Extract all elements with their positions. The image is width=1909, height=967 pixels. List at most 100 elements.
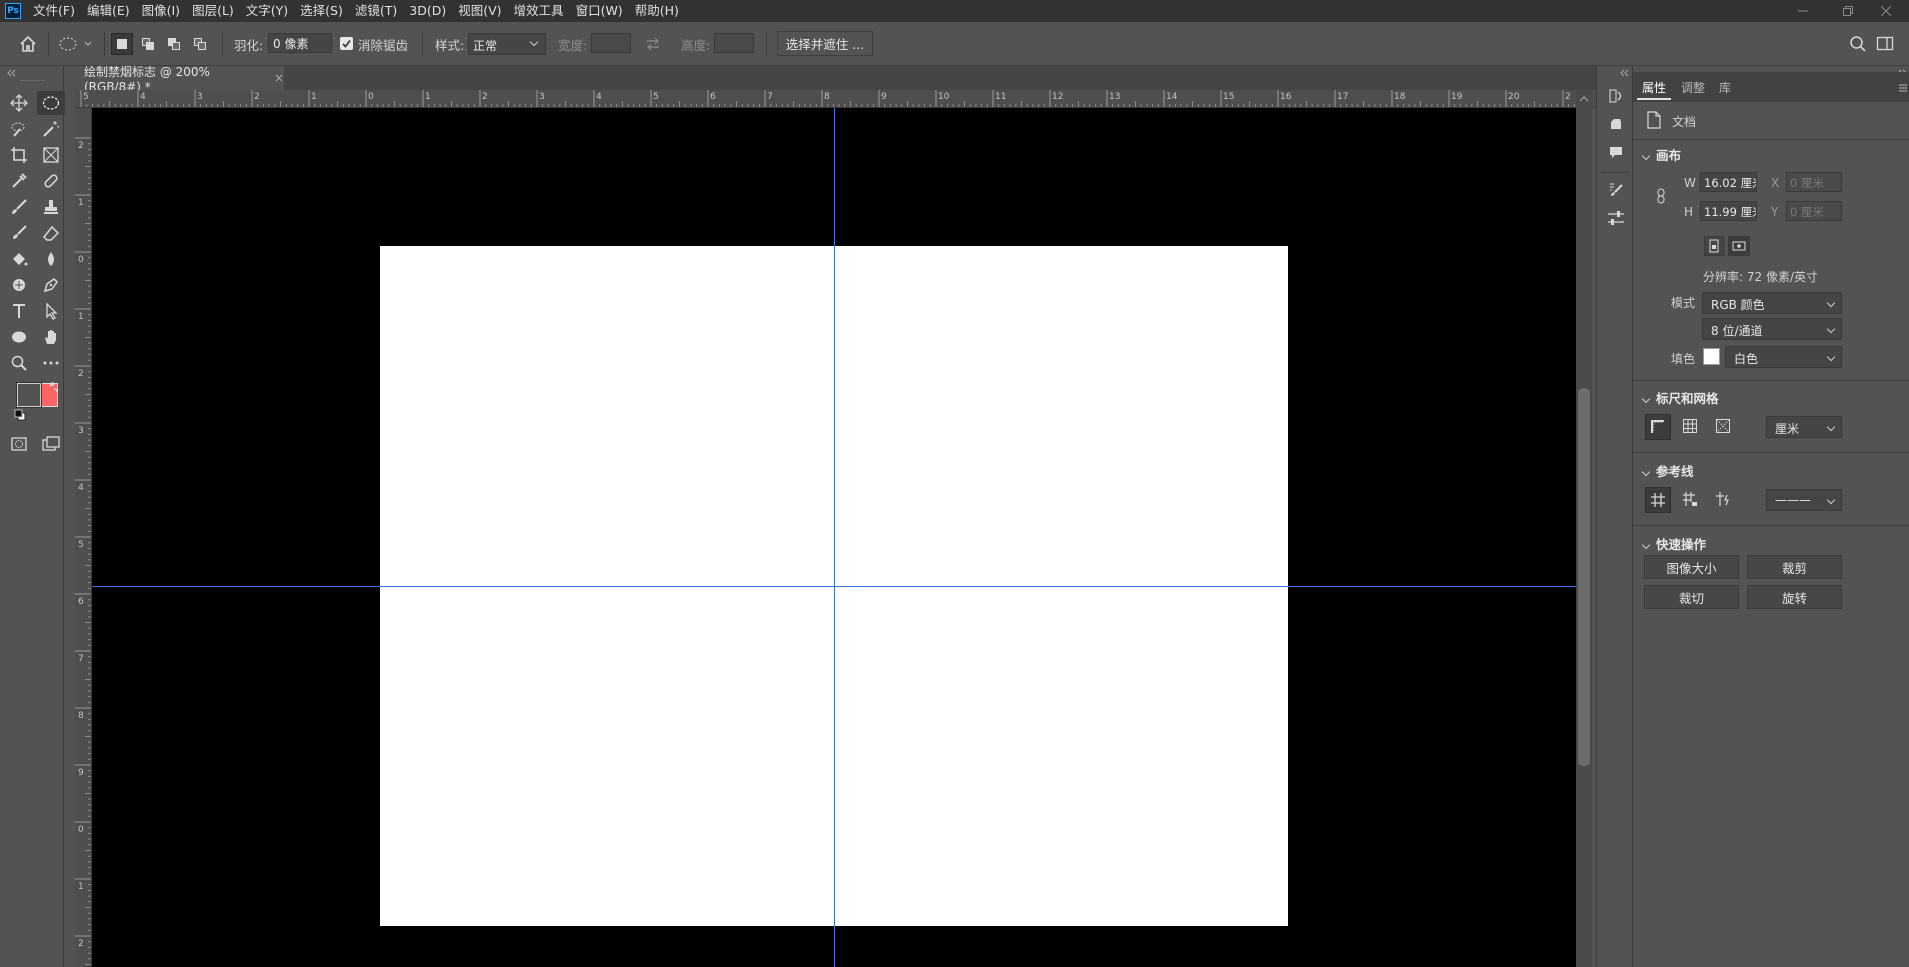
menu-layer[interactable]: 图层(L) bbox=[186, 0, 240, 22]
toggle-guides-icon[interactable] bbox=[1645, 487, 1671, 513]
healing-brush-tool-icon[interactable] bbox=[37, 169, 65, 193]
menu-window[interactable]: 窗口(W) bbox=[570, 0, 629, 22]
rulers-grid-section-title[interactable]: 标尺和网格 bbox=[1656, 388, 1719, 407]
lock-guides-icon[interactable] bbox=[1678, 487, 1702, 511]
swap-colors-icon[interactable] bbox=[48, 381, 60, 394]
landscape-orientation-icon[interactable] bbox=[1728, 236, 1750, 256]
history-panel-icon[interactable] bbox=[1606, 86, 1626, 106]
color-mode-select[interactable]: RGB 颜色 bbox=[1702, 292, 1842, 314]
minimize-icon[interactable] bbox=[1780, 0, 1826, 22]
ruler-top[interactable]: 5 4 3 2 1 0 1 2 3 4 5 6 7 8 9 10 11 12 13 14 15 16 17 18 19 20 2 bbox=[75, 90, 1596, 108]
brush-tool-icon[interactable] bbox=[5, 195, 33, 219]
panel-menu-icon[interactable] bbox=[1899, 82, 1907, 92]
fill-select[interactable]: 白色 bbox=[1725, 346, 1842, 368]
elliptical-marquee-tool-icon[interactable] bbox=[37, 91, 65, 115]
menu-view[interactable]: 视图(V) bbox=[452, 0, 507, 22]
type-tool-icon[interactable] bbox=[5, 299, 33, 323]
chevron-down-icon[interactable] bbox=[1641, 148, 1651, 162]
bit-depth-select[interactable]: 8 位/通道 bbox=[1702, 318, 1842, 340]
tool-preset-picker[interactable] bbox=[58, 35, 94, 53]
vertical-guide[interactable] bbox=[834, 108, 835, 967]
close-tab-icon[interactable]: × bbox=[274, 71, 284, 85]
actions-panel-icon[interactable] bbox=[1606, 114, 1626, 134]
canvas-width-field[interactable]: 16.02 厘米 bbox=[1700, 172, 1757, 192]
scrollbar-thumb[interactable] bbox=[1578, 388, 1590, 766]
blur-tool-icon[interactable] bbox=[37, 247, 65, 271]
toggle-pixel-grid-icon[interactable] bbox=[1711, 414, 1735, 438]
path-selection-tool-icon[interactable] bbox=[37, 299, 65, 323]
canvas-section-title[interactable]: 画布 bbox=[1656, 145, 1681, 164]
menu-3d[interactable]: 3D(D) bbox=[403, 0, 452, 22]
workspace-icon[interactable] bbox=[1876, 35, 1896, 53]
menu-help[interactable]: 帮助(H) bbox=[629, 0, 685, 22]
rotate-button[interactable]: 旋转 bbox=[1747, 585, 1842, 609]
collapse-arrows-icon[interactable] bbox=[6, 66, 16, 77]
canvas-height-field[interactable]: 11.99 厘米 bbox=[1700, 201, 1757, 221]
screen-mode-icon[interactable] bbox=[37, 432, 65, 456]
frame-tool-icon[interactable] bbox=[37, 143, 65, 167]
history-brush-tool-icon[interactable] bbox=[5, 221, 33, 245]
feather-input[interactable] bbox=[268, 33, 332, 53]
select-and-mask-button[interactable]: 选择并遮住 ... bbox=[777, 31, 873, 56]
comments-panel-icon[interactable] bbox=[1606, 142, 1626, 162]
document-tab[interactable]: 绘制禁烟标志 @ 200%(RGB/8#) * × bbox=[66, 65, 284, 94]
menu-edit[interactable]: 编辑(E) bbox=[81, 0, 136, 22]
menu-filter[interactable]: 滤镜(T) bbox=[349, 0, 403, 22]
image-size-button[interactable]: 图像大小 bbox=[1644, 555, 1739, 579]
search-icon[interactable] bbox=[1849, 35, 1867, 53]
more-tools-icon[interactable] bbox=[37, 351, 65, 375]
link-icon[interactable] bbox=[1655, 188, 1667, 204]
menu-image[interactable]: 图像(I) bbox=[136, 0, 186, 22]
tab-adjustments[interactable]: 调整 bbox=[1681, 79, 1705, 96]
adjustments-sliders-icon[interactable] bbox=[1606, 208, 1626, 228]
add-selection-button[interactable] bbox=[137, 33, 159, 55]
default-colors-icon[interactable] bbox=[14, 409, 26, 421]
antialias-checkbox[interactable] bbox=[340, 37, 353, 50]
ellipse-tool-icon[interactable] bbox=[5, 325, 33, 349]
chevron-down-icon[interactable] bbox=[1641, 464, 1651, 478]
crop-button[interactable]: 裁剪 bbox=[1747, 555, 1842, 579]
tab-properties[interactable]: 属性 bbox=[1642, 79, 1666, 96]
new-selection-button[interactable] bbox=[111, 33, 133, 55]
paint-bucket-tool-icon[interactable] bbox=[5, 247, 33, 271]
crop-tool-icon[interactable] bbox=[5, 143, 33, 167]
close-window-icon[interactable] bbox=[1863, 0, 1909, 22]
hand-tool-icon[interactable] bbox=[37, 325, 65, 349]
eyedropper-tool-icon[interactable] bbox=[5, 169, 33, 193]
portrait-orientation-icon[interactable] bbox=[1704, 236, 1724, 256]
menu-type[interactable]: 文字(Y) bbox=[240, 0, 294, 22]
foreground-color-swatch[interactable] bbox=[17, 383, 41, 407]
chevron-down-icon[interactable] bbox=[1641, 537, 1651, 551]
intersect-selection-button[interactable] bbox=[189, 33, 211, 55]
toggle-grid-icon[interactable] bbox=[1678, 414, 1702, 438]
home-icon[interactable] bbox=[18, 34, 38, 54]
quick-actions-section-title[interactable]: 快速操作 bbox=[1656, 534, 1706, 553]
menu-file[interactable]: 文件(F) bbox=[27, 0, 81, 22]
fill-color-swatch[interactable] bbox=[1703, 348, 1720, 365]
ruler-left[interactable]: 2 1 0 1 2 3 4 5 6 7 8 9 0 1 2 bbox=[75, 108, 92, 967]
tab-libraries[interactable]: 库 bbox=[1719, 79, 1731, 96]
move-tool-icon[interactable] bbox=[5, 91, 33, 115]
pen-tool-icon[interactable] bbox=[37, 273, 65, 297]
smart-guides-icon[interactable] bbox=[1711, 487, 1735, 511]
toggle-rulers-icon[interactable] bbox=[1645, 414, 1671, 440]
eraser-tool-icon[interactable] bbox=[37, 221, 65, 245]
quick-mask-icon[interactable] bbox=[5, 432, 33, 456]
zoom-tool-icon[interactable] bbox=[5, 351, 33, 375]
menu-plugins[interactable]: 增效工具 bbox=[508, 0, 570, 22]
clone-stamp-tool-icon[interactable] bbox=[37, 195, 65, 219]
ruler-units-select[interactable]: 厘米 bbox=[1766, 416, 1842, 438]
horizontal-guide[interactable] bbox=[92, 586, 1576, 587]
style-select[interactable]: 正常 bbox=[468, 33, 546, 55]
trim-button[interactable]: 裁切 bbox=[1644, 585, 1739, 609]
quick-selection-tool-icon[interactable] bbox=[5, 117, 33, 141]
magic-wand-tool-icon[interactable] bbox=[37, 117, 65, 141]
brush-settings-icon[interactable] bbox=[1606, 180, 1626, 200]
collapse-arrows-icon[interactable] bbox=[1619, 66, 1629, 77]
guide-style-select[interactable]: ——— bbox=[1766, 489, 1842, 511]
dodge-tool-icon[interactable] bbox=[5, 273, 33, 297]
subtract-selection-button[interactable] bbox=[163, 33, 185, 55]
menu-select[interactable]: 选择(S) bbox=[294, 0, 349, 22]
chevron-down-icon[interactable] bbox=[1641, 391, 1651, 405]
guides-section-title[interactable]: 参考线 bbox=[1656, 461, 1694, 480]
